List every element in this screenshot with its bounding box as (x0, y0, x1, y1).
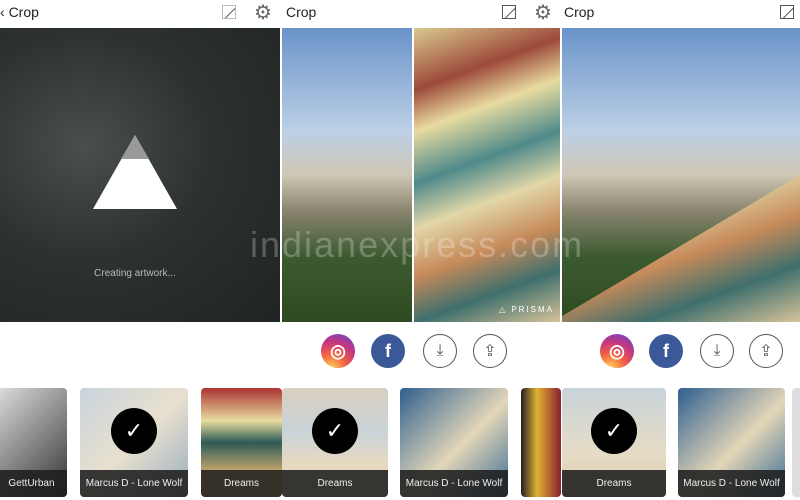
share-icon: ⇪ (759, 343, 773, 360)
aspect-ratio-icon[interactable] (502, 5, 516, 19)
filter-tile[interactable]: ✓ Dreams (562, 388, 666, 497)
prisma-logo-icon (93, 135, 177, 209)
facebook-button[interactable]: f (649, 334, 683, 368)
check-icon: ✓ (591, 408, 637, 454)
original-photo (282, 28, 412, 322)
instagram-button[interactable]: ◎ (321, 334, 355, 368)
filter-tile[interactable] (521, 388, 561, 497)
instagram-icon: ◎ (609, 340, 625, 361)
share-button[interactable]: ⇪ (473, 334, 507, 368)
facebook-icon: f (663, 340, 669, 361)
check-icon: ✓ (111, 408, 157, 454)
processing-view: Creating artwork... (0, 28, 280, 322)
download-icon: ⤓ (713, 342, 721, 359)
artwork-image: △ PRISMA (414, 28, 560, 322)
download-button[interactable]: ⤓ (423, 334, 457, 368)
gear-icon[interactable]: ⚙ (534, 0, 552, 25)
filter-tile[interactable]: Marcus D - Lone Wolf (400, 388, 508, 497)
status-text: Creating artwork... (94, 268, 176, 279)
back-icon: ‹ (0, 4, 9, 20)
filter-tile[interactable]: Dreams (201, 388, 282, 497)
facebook-icon: f (385, 340, 391, 361)
filter-tile[interactable]: Marcus D - Lone Wolf (678, 388, 785, 497)
facebook-button[interactable]: f (371, 334, 405, 368)
crop-button[interactable]: Crop (286, 4, 316, 20)
aspect-ratio-icon[interactable] (780, 5, 794, 19)
crop-button[interactable]: Crop (564, 4, 594, 20)
filter-tile[interactable]: ✓ Dreams (282, 388, 388, 497)
instagram-icon: ◎ (330, 340, 346, 361)
filter-tile[interactable]: ✓ Marcus D - Lone Wolf (80, 388, 188, 497)
share-button[interactable]: ⇪ (749, 334, 783, 368)
filter-tile[interactable] (792, 388, 800, 497)
crop-button[interactable]: ‹ Crop (0, 4, 39, 20)
artwork-overlay (562, 175, 800, 322)
check-icon: ✓ (312, 408, 358, 454)
top-bar (0, 0, 800, 28)
site-watermark: indianexpress.com (250, 224, 585, 265)
download-icon: ⤓ (436, 342, 444, 359)
instagram-button[interactable]: ◎ (600, 334, 634, 368)
comparison-image[interactable] (562, 28, 800, 322)
prisma-watermark: △ PRISMA (498, 305, 554, 314)
share-icon: ⇪ (483, 343, 497, 360)
aspect-ratio-icon[interactable] (222, 5, 236, 19)
download-button[interactable]: ⤓ (700, 334, 734, 368)
filter-tile[interactable]: GettUrban (0, 388, 67, 497)
gear-icon[interactable]: ⚙ (254, 0, 272, 25)
